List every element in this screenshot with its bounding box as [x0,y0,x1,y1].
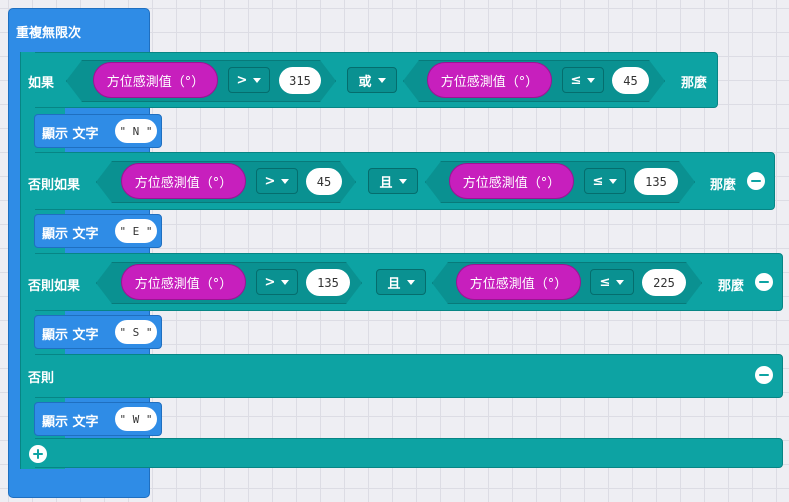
elif2-sensor2[interactable]: 方位感測值（°） [456,264,581,300]
op-label: > [236,72,248,88]
else-header[interactable] [20,354,783,398]
show-text-w[interactable]: " W " [115,407,157,431]
if-sensor1[interactable]: 方位感測值（°） [93,62,218,98]
show-label: 顯示 文字 [42,127,99,142]
forever-label: 重複無限次 [16,26,82,41]
caret-down-icon [587,77,596,83]
op-label: ≤ [592,173,604,189]
plus-circle-icon[interactable] [29,445,47,463]
minus-circle-icon[interactable] [747,172,765,190]
elif2-keyword: 否則如果 [28,279,81,294]
elif1-sensor1[interactable]: 方位感測值（°） [121,163,246,199]
minus-circle-icon[interactable] [755,273,773,291]
if-logic-dropdown[interactable]: 或 [347,67,397,93]
logic-label: 或 [358,74,372,90]
if-value1[interactable]: 315 [279,67,321,94]
op-label: ≤ [570,72,582,88]
elif1-keyword: 否則如果 [28,178,81,193]
if-value2[interactable]: 45 [612,67,649,94]
caret-down-icon [253,77,262,83]
show-label: 顯示 文字 [42,328,99,343]
logic-label: 且 [379,175,393,191]
caret-down-icon [281,279,290,285]
caret-down-icon [609,178,618,184]
elif2-logic-dropdown[interactable]: 且 [376,269,426,295]
elif2-op1-dropdown[interactable]: > [256,269,298,295]
if-keyword: 如果 [28,76,55,91]
elif2-value2[interactable]: 225 [642,269,686,296]
then-keyword: 那麼 [710,178,737,193]
show-label: 顯示 文字 [42,227,99,242]
logic-label: 且 [387,276,401,292]
then-keyword: 那麼 [718,279,745,294]
caret-down-icon [398,178,407,184]
elif1-sensor2[interactable]: 方位感測值（°） [449,163,574,199]
op-label: > [264,274,276,290]
show-label: 顯示 文字 [42,415,99,430]
elif1-value2[interactable]: 135 [634,168,678,195]
if-op2-dropdown[interactable]: ≤ [562,67,604,93]
if-sensor2[interactable]: 方位感測值（°） [427,62,552,98]
op-label: > [264,173,276,189]
if-op1-dropdown[interactable]: > [228,67,270,93]
op-label: ≤ [599,274,611,290]
caret-down-icon [281,178,290,184]
show-text-s[interactable]: " S " [115,320,157,344]
if-spine-fill [21,52,35,468]
caret-down-icon [377,77,386,83]
elif1-op2-dropdown[interactable]: ≤ [584,168,626,194]
minus-circle-icon[interactable] [755,366,773,384]
elif2-sensor1[interactable]: 方位感測值（°） [121,264,246,300]
then-keyword: 那麼 [681,76,708,91]
elif2-value1[interactable]: 135 [306,269,350,296]
elif2-op2-dropdown[interactable]: ≤ [590,269,634,295]
caret-down-icon [406,279,415,285]
elif1-logic-dropdown[interactable]: 且 [368,168,418,194]
else-keyword: 否則 [28,371,55,386]
show-text-e[interactable]: " E " [115,219,157,243]
caret-down-icon [616,279,625,285]
if-footer [20,438,783,468]
elif1-value1[interactable]: 45 [306,168,342,195]
show-text-n[interactable]: " N " [115,119,157,143]
elif1-op1-dropdown[interactable]: > [256,168,298,194]
